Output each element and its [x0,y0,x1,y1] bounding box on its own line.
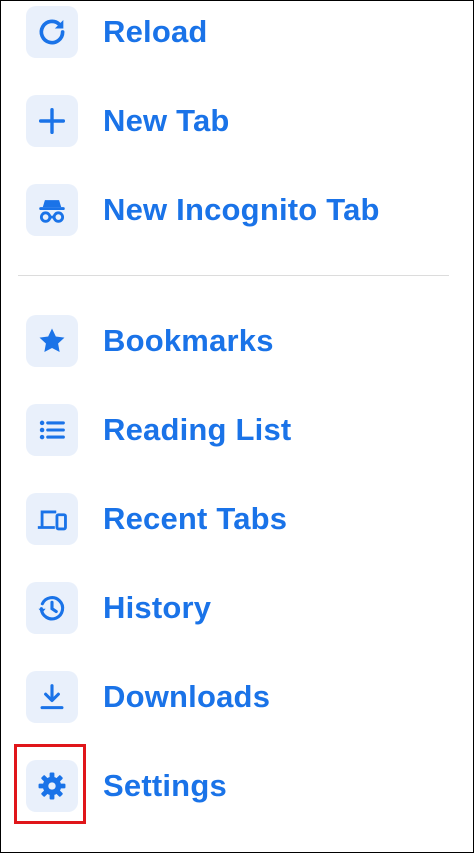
menu-item-label: Recent Tabs [103,501,288,536]
menu-item-new-tab[interactable]: New Tab [1,81,473,161]
menu-item-recent-tabs[interactable]: Recent Tabs [1,479,473,559]
menu-item-reading-list[interactable]: Reading List [1,390,473,470]
menu-item-label: Downloads [103,679,271,714]
menu-item-bookmarks[interactable]: Bookmarks [1,301,473,381]
tools-menu: Reload New Tab New Incognito Tab Bookmar… [0,0,474,853]
list-icon [26,404,78,456]
menu-item-label: Reading List [103,412,292,447]
menu-item-label: New Tab [103,103,230,138]
menu-item-label: History [103,590,212,625]
devices-icon [26,493,78,545]
history-icon [26,582,78,634]
menu-item-label: Bookmarks [103,323,274,358]
menu-item-new-incognito-tab[interactable]: New Incognito Tab [1,170,473,250]
incognito-icon [26,184,78,236]
menu-item-history[interactable]: History [1,568,473,648]
plus-icon [26,95,78,147]
menu-item-downloads[interactable]: Downloads [1,657,473,737]
menu-item-reload[interactable]: Reload [1,0,473,72]
menu-item-label: New Incognito Tab [103,192,380,227]
menu-item-label: Reload [103,14,208,49]
reload-icon [26,6,78,58]
menu-divider [18,275,449,276]
menu-item-label: Settings [103,768,227,803]
highlight-box [14,744,86,824]
download-icon [26,671,78,723]
star-icon [26,315,78,367]
